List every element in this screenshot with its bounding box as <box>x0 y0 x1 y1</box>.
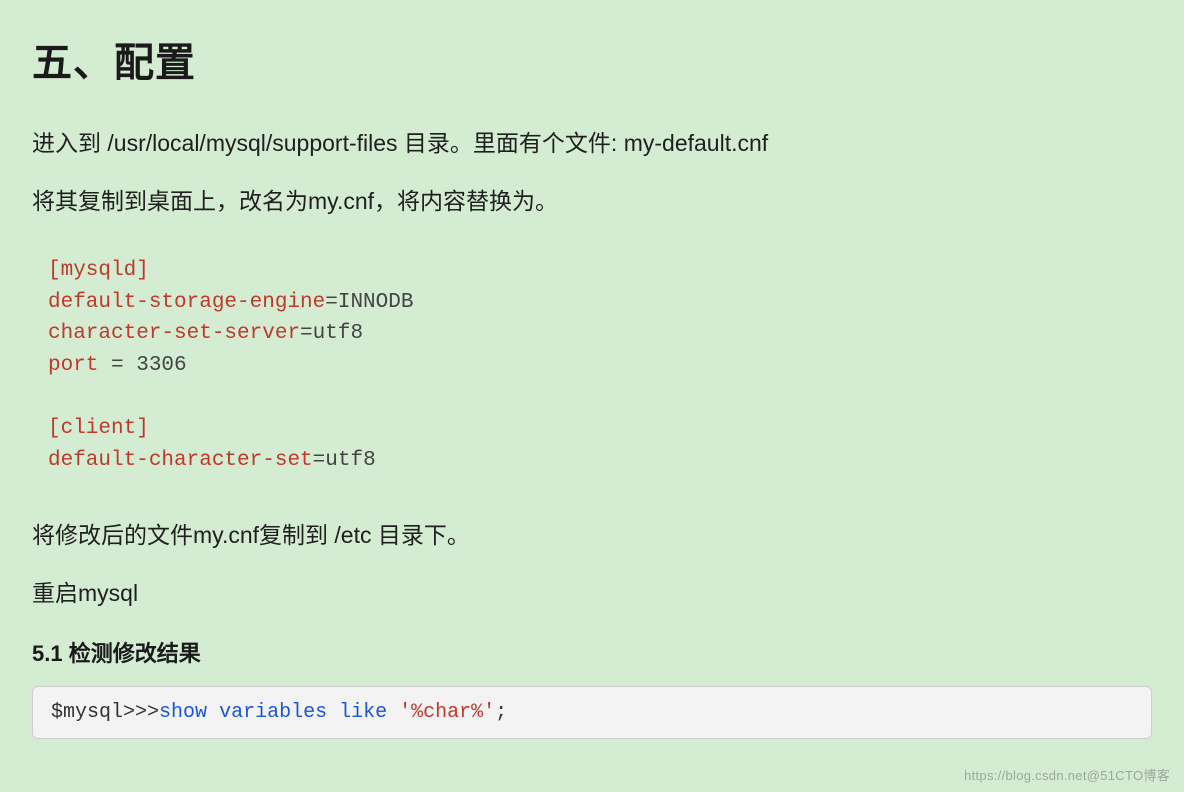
config-val-utf8-server: =utf8 <box>300 322 363 345</box>
page-title: 五、配置 <box>32 30 1152 88</box>
paragraph-copy-rename: 将其复制到桌面上，改名为my.cnf，将内容替换为。 <box>32 184 1152 220</box>
config-key-default-storage-engine: default-storage-engine <box>48 291 325 314</box>
config-key-default-character-set: default-character-set <box>48 449 313 472</box>
config-val-utf8-client: =utf8 <box>313 449 376 472</box>
watermark: https://blog.csdn.net@51CTO博客 <box>964 765 1170 784</box>
config-key-character-set-server: character-set-server <box>48 322 300 345</box>
sql-keyword-like: like <box>339 701 387 724</box>
sql-command-block: $mysql>>>show variables like '%char%'; <box>32 686 1152 739</box>
config-section-client: [client] <box>48 417 149 440</box>
paragraph-restart: 重启mysql <box>32 576 1152 612</box>
paragraph-intro: 进入到 /usr/local/mysql/support-files 目录。里面… <box>32 126 1152 162</box>
sql-keyword-variables: variables <box>219 701 327 724</box>
config-section-mysqld: [mysqld] <box>48 259 149 282</box>
subsection-title: 5.1 检测修改结果 <box>32 636 1152 668</box>
sql-string-arg: '%char%' <box>399 701 495 724</box>
paragraph-copy-etc: 将修改后的文件my.cnf复制到 /etc 目录下。 <box>32 518 1152 554</box>
config-val-innodb: =INNODB <box>325 291 413 314</box>
sql-prompt: $mysql>>> <box>51 701 159 724</box>
config-block-mycnf: [mysqld] default-storage-engine=INNODB c… <box>32 241 1152 490</box>
config-key-port: port <box>48 354 98 377</box>
sql-keyword-show: show <box>159 701 207 724</box>
sql-semicolon: ; <box>495 701 507 724</box>
config-val-port: = 3306 <box>98 354 186 377</box>
